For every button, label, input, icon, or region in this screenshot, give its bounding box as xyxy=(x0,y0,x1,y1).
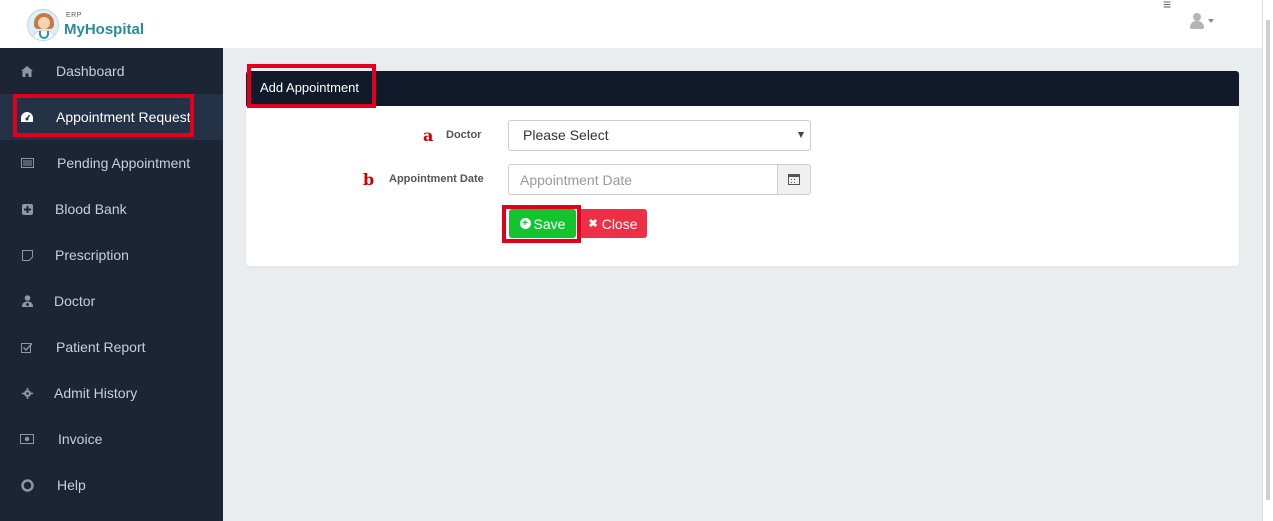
sidebar-item-label: Patient Report xyxy=(56,339,146,355)
close-icon: ✖ xyxy=(588,218,598,230)
home-icon xyxy=(20,64,34,78)
user-icon xyxy=(1190,13,1204,29)
sidebar-item-label: Blood Bank xyxy=(55,201,127,217)
calendar-icon xyxy=(788,174,800,185)
logo-name: MyHospital xyxy=(64,21,145,38)
appointment-date-label: Appointment Date xyxy=(389,173,484,185)
date-picker-button[interactable] xyxy=(777,164,811,195)
note-icon xyxy=(20,248,34,262)
logo-erp-label: ERP xyxy=(66,12,82,19)
plus-circle-icon: + xyxy=(519,218,531,229)
hamburger-icon[interactable]: ≡ xyxy=(1163,0,1171,11)
sidebar-item-doctor[interactable]: Doctor xyxy=(0,278,223,324)
sidebar-item-blood-bank[interactable]: Blood Bank xyxy=(0,186,223,232)
gear-icon xyxy=(20,386,34,400)
app-logo[interactable]: ERP MyHospital xyxy=(27,9,144,41)
panel-title: Add Appointment xyxy=(260,80,360,95)
doctor-select-value: Please Select xyxy=(523,127,609,143)
doctor-select[interactable]: Please Select xyxy=(508,120,811,151)
sidebar-item-label: Pending Appointment xyxy=(57,155,191,171)
dashboard-gauge-icon xyxy=(20,110,34,124)
plus-square-icon xyxy=(20,202,34,216)
appointment-date-input[interactable] xyxy=(508,164,778,195)
doctor-label: Doctor xyxy=(446,129,482,141)
sidebar-item-label: Dashboard xyxy=(56,63,125,79)
annotation-marker-a: a xyxy=(423,126,434,145)
sidebar-item-label: Doctor xyxy=(54,293,96,309)
sidebar: Dashboard Appointment Request Pending Ap… xyxy=(0,48,223,521)
sidebar-item-pending-appointment[interactable]: Pending Appointment xyxy=(0,140,223,186)
annotation-marker-b: b xyxy=(363,170,375,189)
list-icon xyxy=(20,156,34,170)
panel-header: Add Appointment xyxy=(246,71,1239,106)
user-menu-button[interactable] xyxy=(1190,13,1214,29)
user-md-icon xyxy=(20,294,34,308)
caret-down-icon xyxy=(1208,19,1214,23)
sidebar-item-help[interactable]: Help xyxy=(0,462,223,508)
sidebar-item-label: Help xyxy=(57,477,86,493)
sidebar-item-label: Appointment Request xyxy=(56,109,191,125)
sidebar-item-admit-history[interactable]: Admit History xyxy=(0,370,223,416)
sidebar-item-label: Admit History xyxy=(54,385,138,401)
top-header: ERP MyHospital ≡ xyxy=(0,0,1262,48)
sidebar-item-label: Prescription xyxy=(55,247,129,263)
check-square-icon xyxy=(20,340,34,354)
close-button-label: Close xyxy=(601,215,638,232)
save-button-label: Save xyxy=(533,215,566,232)
close-button[interactable]: ✖ Close xyxy=(579,209,647,238)
sidebar-item-patient-report[interactable]: Patient Report xyxy=(0,324,223,370)
dropdown-arrow-icon xyxy=(798,132,804,138)
save-button[interactable]: + Save xyxy=(509,209,576,238)
life-ring-icon xyxy=(20,478,34,492)
sidebar-item-label: Invoice xyxy=(58,431,103,447)
sidebar-item-prescription[interactable]: Prescription xyxy=(0,232,223,278)
sidebar-item-invoice[interactable]: Invoice xyxy=(0,416,223,462)
sidebar-item-dashboard[interactable]: Dashboard xyxy=(0,48,223,94)
doctor-logo-icon xyxy=(27,9,59,41)
page-scrollbar[interactable] xyxy=(1262,0,1273,521)
sidebar-item-appointment-request[interactable]: Appointment Request xyxy=(0,94,223,140)
money-icon xyxy=(20,432,34,446)
